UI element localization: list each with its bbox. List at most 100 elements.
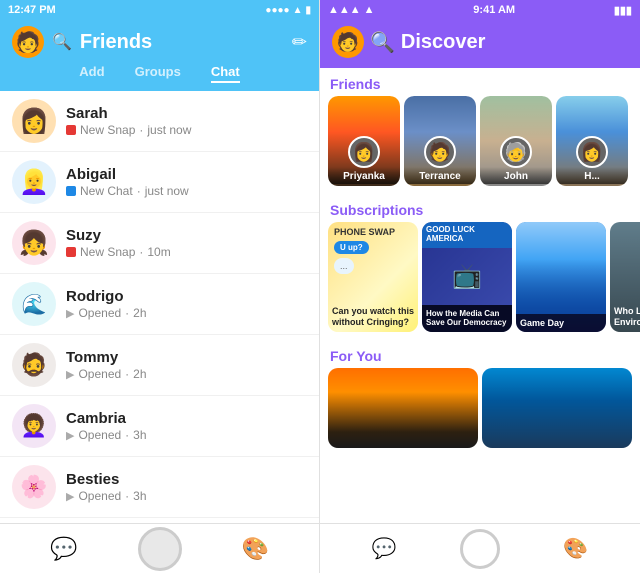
- page-title: Friends: [80, 31, 152, 54]
- play-icon: ▶: [66, 368, 74, 381]
- for-you-section-label: For You: [320, 340, 640, 368]
- badge: U up?: [334, 241, 369, 254]
- stories-icon[interactable]: 🎨: [242, 536, 269, 562]
- for-you-row: [320, 368, 640, 456]
- play-icon: ▶: [66, 429, 74, 442]
- chat-status: Opened: [78, 306, 121, 320]
- chat-time: 2h: [133, 306, 146, 320]
- play-icon: ▶: [66, 307, 74, 320]
- chat-status: Opened: [78, 367, 121, 381]
- right-header: 🧑 🔍 Discover: [320, 20, 640, 68]
- chat-name: Cambria: [66, 410, 307, 427]
- list-item[interactable]: 👩 H...: [556, 96, 628, 186]
- card-title: PHONE SWAP: [334, 228, 395, 238]
- list-item[interactable]: Game Day: [516, 222, 606, 332]
- list-item[interactable]: 👩 Sarah New Snap · just now: [0, 91, 319, 152]
- chat-info: Besties ▶ Opened · 3h: [66, 471, 307, 503]
- avatar: 🌊: [12, 282, 56, 326]
- new-chat-icon[interactable]: ✏: [292, 32, 307, 53]
- card-visual: 📺: [422, 248, 512, 305]
- card-caption: How the Media Can Save Our Democracy: [426, 309, 508, 328]
- chat-info: Tommy ▶ Opened · 2h: [66, 349, 307, 381]
- snap-badge: [66, 125, 76, 135]
- chat-time: 10m: [147, 245, 170, 259]
- list-item[interactable]: 👩 Priyanka: [328, 96, 400, 186]
- friends-row: 👩 Priyanka 🧑 Terrance 🧓: [320, 96, 640, 194]
- crowd-shape: [516, 259, 606, 314]
- nav-groups[interactable]: Groups: [135, 64, 181, 83]
- tv-icon: 📺: [452, 262, 482, 291]
- chat-list: 👩 Sarah New Snap · just now 👱‍♀️ Abigail…: [0, 91, 319, 523]
- friend-name: H...: [556, 167, 628, 184]
- snap-badge: [66, 247, 76, 257]
- avatar: 🌸: [12, 465, 56, 509]
- search-icon[interactable]: 🔍: [52, 32, 72, 52]
- chat-sub: ▶ Opened · 3h: [66, 489, 307, 503]
- friend-card-image: 🧓 John: [480, 96, 552, 186]
- camera-shutter[interactable]: [138, 527, 182, 571]
- signal-icon: ▲▲▲: [328, 4, 361, 16]
- friend-name: Priyanka: [328, 167, 400, 184]
- list-item[interactable]: [482, 368, 632, 448]
- chat-status: Opened: [78, 489, 121, 503]
- chat-name: Besties: [66, 471, 307, 488]
- list-item[interactable]: 🏔 Samantha G. ⬚ Received · 5h: [0, 518, 319, 523]
- list-item[interactable]: 🧓 John: [480, 96, 552, 186]
- camera-shutter[interactable]: [460, 529, 500, 569]
- list-item[interactable]: 👱‍♀️ Abigail New Chat · just now: [0, 152, 319, 213]
- right-user-avatar[interactable]: 🧑: [332, 26, 364, 58]
- avatar: 👩: [576, 136, 608, 168]
- list-item[interactable]: 🌸 Besties ▶ Opened · 3h: [0, 457, 319, 518]
- list-item[interactable]: 🧑 Terrance: [404, 96, 476, 186]
- list-item[interactable]: GOOD LUCK AMERICA 📺 How the Media Can Sa…: [422, 222, 512, 332]
- nav-add[interactable]: Add: [79, 64, 104, 83]
- search-icon[interactable]: 🔍: [370, 30, 395, 55]
- play-icon: ▶: [66, 490, 74, 503]
- list-item[interactable]: 🧔 Tommy ▶ Opened · 2h: [0, 335, 319, 396]
- chat-name: Suzy: [66, 227, 307, 244]
- right-time: 9:41 AM: [473, 4, 515, 16]
- left-header: 🧑 🔍 Friends ✏: [0, 20, 319, 58]
- nav-chat[interactable]: Chat: [211, 64, 240, 83]
- chat-icon[interactable]: 💬: [372, 536, 397, 561]
- chat-time: 3h: [133, 489, 146, 503]
- media-card: GOOD LUCK AMERICA 📺 How the Media Can Sa…: [422, 222, 512, 332]
- friend-card-image: 👩 Priyanka: [328, 96, 400, 186]
- list-item[interactable]: [328, 368, 478, 448]
- stories-icon[interactable]: 🎨: [563, 536, 588, 561]
- card-bottom: How the Media Can Save Our Democracy: [422, 305, 512, 332]
- chat-name: Sarah: [66, 105, 307, 122]
- friend-name: John: [480, 167, 552, 184]
- discover-content: Friends 👩 Priyanka 🧑 Terrance: [320, 68, 640, 573]
- chat-sub: New Snap · 10m: [66, 245, 307, 259]
- card-caption: Game Day: [516, 314, 606, 332]
- left-status-bar: 12:47 PM ●●●● ▲ ▮: [0, 0, 319, 20]
- chat-name: Tommy: [66, 349, 307, 366]
- list-item[interactable]: 🌊 Rodrigo ▶ Opened · 2h: [0, 274, 319, 335]
- avatar: 🧑: [424, 136, 456, 168]
- chat-sub: New Snap · just now: [66, 123, 307, 137]
- list-item[interactable]: 👧 Suzy New Snap · 10m: [0, 213, 319, 274]
- chat-time: 2h: [133, 367, 146, 381]
- battery-icon: ▮▮▮: [614, 4, 632, 17]
- avatar: 👩‍🦱: [12, 404, 56, 448]
- left-status-icons: ●●●● ▲ ▮: [265, 5, 311, 16]
- left-nav: Add Groups Chat: [0, 58, 319, 91]
- chat-info: Abigail New Chat · just now: [66, 166, 307, 198]
- who-left-card: Who L... This H... Enviro...: [610, 222, 640, 332]
- user-avatar[interactable]: 🧑: [12, 26, 44, 58]
- list-item[interactable]: 👩‍🦱 Cambria ▶ Opened · 3h: [0, 396, 319, 457]
- list-item[interactable]: PHONE SWAP U up? ... Can you watch this …: [328, 222, 418, 332]
- left-bottom-bar: 💬 🎨: [0, 523, 319, 573]
- signal-icon: ●●●●: [265, 5, 289, 16]
- chat-tab-icon[interactable]: 💬: [50, 536, 77, 562]
- chat-info: Cambria ▶ Opened · 3h: [66, 410, 307, 442]
- right-bottom-bar: 💬 🎨: [320, 523, 640, 573]
- chat-sub: ▶ Opened · 3h: [66, 428, 307, 442]
- left-time: 12:47 PM: [8, 4, 56, 16]
- list-item[interactable]: Who L... This H... Enviro...: [610, 222, 640, 332]
- chat-sub: New Chat · just now: [66, 184, 307, 198]
- chat-info: Sarah New Snap · just now: [66, 105, 307, 137]
- battery-icon: ▮: [305, 5, 311, 16]
- signal-group: ▲▲▲ ▲: [328, 4, 375, 16]
